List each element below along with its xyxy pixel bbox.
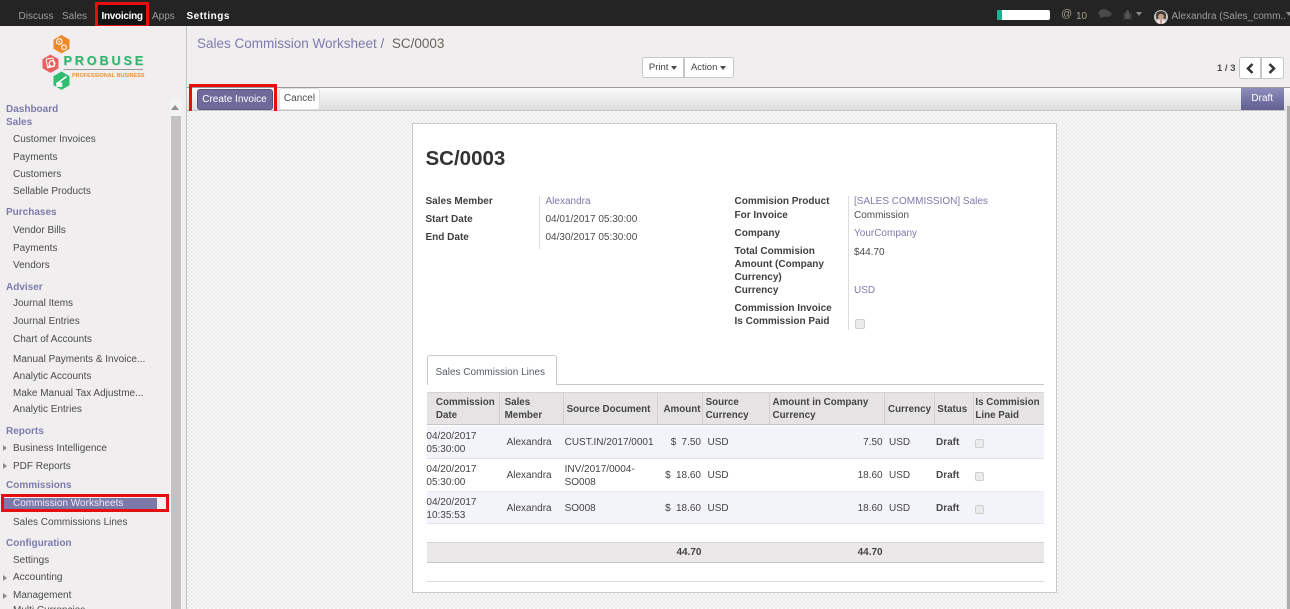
svg-text:PROBUSE: PROBUSE bbox=[64, 54, 147, 68]
svg-text:PROFESSIONAL BUSINESS: PROFESSIONAL BUSINESS bbox=[72, 73, 145, 79]
